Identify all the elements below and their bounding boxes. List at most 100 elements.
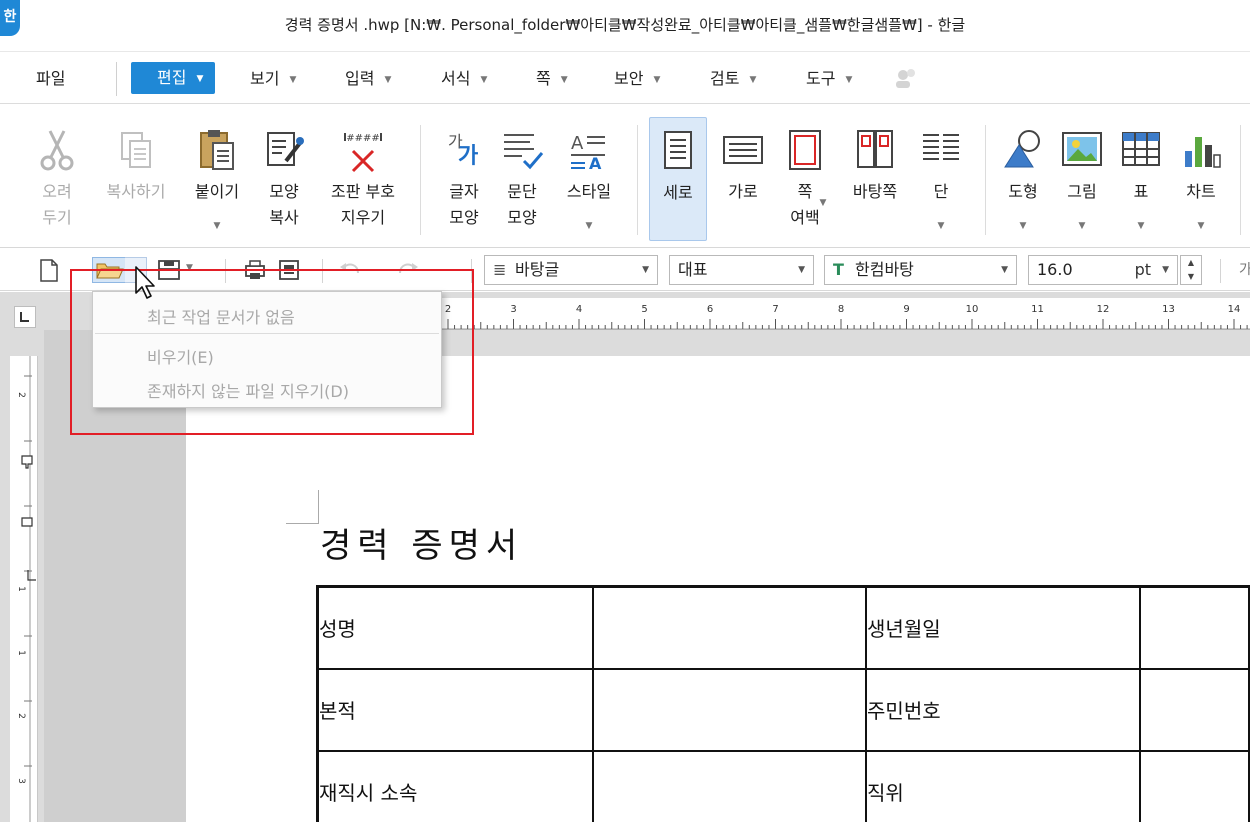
document-table[interactable]: 성명 생년월일 본적 주민번호 재직시 소속 직위 <box>315 585 1250 822</box>
hruler-label: 7 <box>772 304 779 315</box>
chevron-down-icon: ▼ <box>1019 221 1027 231</box>
menu-bar: 파일 편집 ▼ 보기 ▼ 입력 ▼ 서식 ▼ 쪽 ▼ 보안 ▼ 검토 ▼ 도구 ▼ <box>0 52 1250 104</box>
table-cell[interactable]: 성명 <box>315 585 594 670</box>
menu-divider <box>116 62 117 96</box>
page-corner-mark <box>286 523 318 524</box>
table-cell[interactable] <box>591 667 868 752</box>
vruler-label: 1 <box>15 586 26 592</box>
ruler-corner-button[interactable] <box>14 306 36 328</box>
chevron-down-icon: ▼ <box>1137 221 1145 231</box>
shapes-button[interactable]: 도형 ▼ <box>990 117 1056 241</box>
collaboration-icon[interactable] <box>893 66 919 90</box>
table-cell[interactable] <box>591 749 868 822</box>
margins-button[interactable]: 쪽 여백 ▼ <box>772 117 838 241</box>
table-cell[interactable]: 주민번호 <box>865 667 1142 752</box>
mouse-cursor-icon <box>135 266 155 299</box>
vertical-ruler[interactable]: 2 1 1 2 3 <box>10 356 38 822</box>
hruler-label: 5 <box>641 304 648 315</box>
chevron-down-icon: ▼ <box>937 221 945 231</box>
menu-tools[interactable]: 도구 ▼ <box>806 64 852 94</box>
page-corner-mark <box>318 490 319 524</box>
chevron-down-icon: ▼ <box>642 265 649 275</box>
table-cell[interactable]: 본적 <box>315 667 594 752</box>
menu-input[interactable]: 입력 ▼ <box>345 64 391 94</box>
chevron-down-icon: ▼ <box>480 74 488 85</box>
language-select[interactable]: 대표 ▼ <box>669 255 814 285</box>
menu-input-label: 입력 <box>345 69 375 88</box>
copy-button[interactable]: 복사하기 <box>96 117 176 241</box>
table-cell[interactable]: 재직시 소속 <box>315 749 594 822</box>
menu-view[interactable]: 보기 ▼ <box>250 64 296 94</box>
master-page-label: 바탕쪽 <box>852 182 898 201</box>
menu-review[interactable]: 검토 ▼ <box>710 64 756 94</box>
font-type-icon: T <box>833 260 844 279</box>
menu-security-label: 보안 <box>614 69 644 88</box>
ribbon-divider <box>1240 125 1241 235</box>
font-size-unit: pt <box>1134 260 1151 279</box>
menu-file[interactable]: 파일 <box>36 64 65 94</box>
landscape-label: 가로 <box>728 182 758 201</box>
table-cell[interactable] <box>591 585 868 670</box>
master-page-icon <box>857 130 893 168</box>
para-shape-button[interactable]: 문단 모양 <box>489 117 555 241</box>
paste-icon <box>200 130 234 170</box>
table-cell[interactable] <box>1139 585 1250 670</box>
portrait-button[interactable]: 세로 <box>649 117 707 241</box>
table-cell[interactable] <box>1139 749 1250 822</box>
format-copy-button[interactable]: 모양 복사 <box>251 117 317 241</box>
chevron-up-icon[interactable]: ▲ <box>1181 256 1201 270</box>
columns-button[interactable]: 단 ▼ <box>908 117 974 241</box>
vruler-label: 2 <box>15 392 26 398</box>
font-select[interactable]: T 한컴바탕 ▼ <box>824 255 1017 285</box>
paragraph-style-select[interactable]: ≣ 바탕글 ▼ <box>484 255 658 285</box>
vruler-label: 3 <box>15 778 26 784</box>
char-shape-button[interactable]: 가가 글자 모양 <box>431 117 497 241</box>
format-copy-label: 모양 복사 <box>269 182 299 227</box>
font-size-value: 16.0 <box>1037 260 1073 279</box>
new-document-icon[interactable] <box>36 257 62 283</box>
table-button[interactable]: 표 ▼ <box>1108 117 1174 241</box>
font-value: 한컴바탕 <box>855 260 914 279</box>
chevron-down-icon[interactable]: ▼ <box>1181 270 1201 284</box>
cut-button[interactable]: 오려 두기 <box>24 117 90 241</box>
chevron-down-icon: ▼ <box>749 74 757 85</box>
table-cell[interactable]: 생년월일 <box>865 585 1142 670</box>
menu-edit[interactable]: 편집 ▼ <box>131 62 216 94</box>
chevron-down-icon: ▼ <box>213 221 221 231</box>
remove-marks-button[interactable]: #### 조판 부호 지우기 <box>320 117 406 241</box>
paste-label: 붙이기 <box>194 182 240 201</box>
landscape-button[interactable]: 가로 <box>710 117 776 241</box>
chevron-down-icon: ▼ <box>653 74 661 85</box>
remove-marks-icon: #### <box>344 133 382 173</box>
menu-tools-label: 도구 <box>806 69 836 88</box>
hruler-label: 13 <box>1162 304 1175 315</box>
chevron-down-icon: ▼ <box>798 265 805 275</box>
language-value: 대표 <box>678 260 708 279</box>
picture-button[interactable]: 그림 ▼ <box>1049 117 1115 241</box>
hruler-label: 4 <box>575 304 583 315</box>
font-size-input[interactable]: 16.0 pt ▼ <box>1028 255 1178 285</box>
hruler-label: 3 <box>510 304 517 315</box>
menu-page[interactable]: 쪽 ▼ <box>536 64 568 94</box>
toolbar-overflow[interactable]: 가 <box>1220 259 1250 283</box>
master-page-button[interactable]: 바탕쪽 <box>840 117 910 241</box>
paste-button[interactable]: 붙이기 ▼ <box>184 117 250 241</box>
format-painter-icon <box>267 132 304 166</box>
picture-label: 그림 <box>1067 182 1097 201</box>
font-size-stepper[interactable]: ▲ ▼ <box>1180 255 1202 285</box>
hruler-label: 10 <box>965 304 979 315</box>
document-title[interactable]: 경력 증명서 <box>320 518 523 567</box>
table-cell[interactable]: 직위 <box>865 749 1142 822</box>
tab-stop-icon <box>20 312 29 322</box>
style-label: 스타일 <box>566 182 612 201</box>
menu-security[interactable]: 보안 ▼ <box>614 64 660 94</box>
copy-icon <box>121 132 151 168</box>
vruler-label: 2 <box>15 713 26 719</box>
hruler-label: 8 <box>837 304 845 315</box>
menu-format[interactable]: 서식 ▼ <box>441 64 487 94</box>
chevron-down-icon: ▼ <box>1197 221 1205 231</box>
hruler-label: 12 <box>1096 304 1110 315</box>
table-cell[interactable] <box>1139 667 1250 752</box>
style-button[interactable]: AA 스타일 ▼ <box>556 117 622 241</box>
chart-button[interactable]: 차트 ▼ <box>1168 117 1234 241</box>
